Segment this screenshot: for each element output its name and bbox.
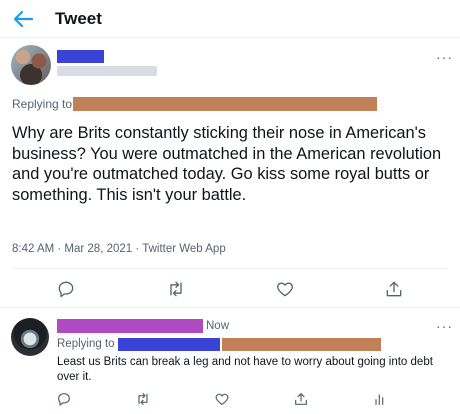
back-arrow-icon[interactable] bbox=[12, 9, 34, 29]
redacted-reply-handle[interactable] bbox=[73, 97, 377, 111]
like-icon[interactable] bbox=[275, 279, 295, 299]
reply-icon[interactable] bbox=[56, 391, 72, 407]
avatar[interactable] bbox=[11, 45, 51, 85]
tweet-timestamp[interactable]: 8:42 AM · Mar 28, 2021 · Twitter Web App bbox=[12, 243, 226, 255]
divider bbox=[12, 268, 448, 269]
page-title: Tweet bbox=[55, 9, 102, 28]
more-options-icon[interactable]: ··· bbox=[436, 49, 453, 65]
redacted-reply-handle[interactable] bbox=[222, 338, 381, 351]
more-options-icon[interactable]: ··· bbox=[436, 318, 453, 334]
reply-actions bbox=[0, 391, 460, 413]
tweet-actions bbox=[0, 279, 460, 301]
redacted-display-name[interactable] bbox=[57, 319, 203, 333]
avatar[interactable] bbox=[11, 318, 49, 356]
replying-to-label: Replying to bbox=[12, 97, 73, 111]
divider bbox=[0, 307, 460, 308]
reply-icon[interactable] bbox=[56, 279, 76, 299]
reply-timestamp[interactable]: Now bbox=[206, 320, 229, 332]
redacted-reply-handle[interactable] bbox=[118, 338, 220, 351]
reply-text: Least us Brits can break a leg and not h… bbox=[57, 356, 433, 383]
share-icon[interactable] bbox=[384, 279, 404, 299]
replying-to-label: Replying to bbox=[57, 338, 115, 350]
share-icon[interactable] bbox=[293, 391, 309, 407]
top-bar: Tweet bbox=[0, 0, 460, 38]
redacted-display-name[interactable] bbox=[57, 50, 104, 63]
like-icon[interactable] bbox=[214, 391, 230, 407]
redacted-handle bbox=[57, 66, 157, 76]
retweet-icon[interactable] bbox=[135, 391, 151, 407]
analytics-icon[interactable] bbox=[372, 391, 388, 407]
retweet-icon[interactable] bbox=[166, 279, 186, 299]
tweet-text: Why are Brits constantly sticking their … bbox=[12, 124, 442, 204]
